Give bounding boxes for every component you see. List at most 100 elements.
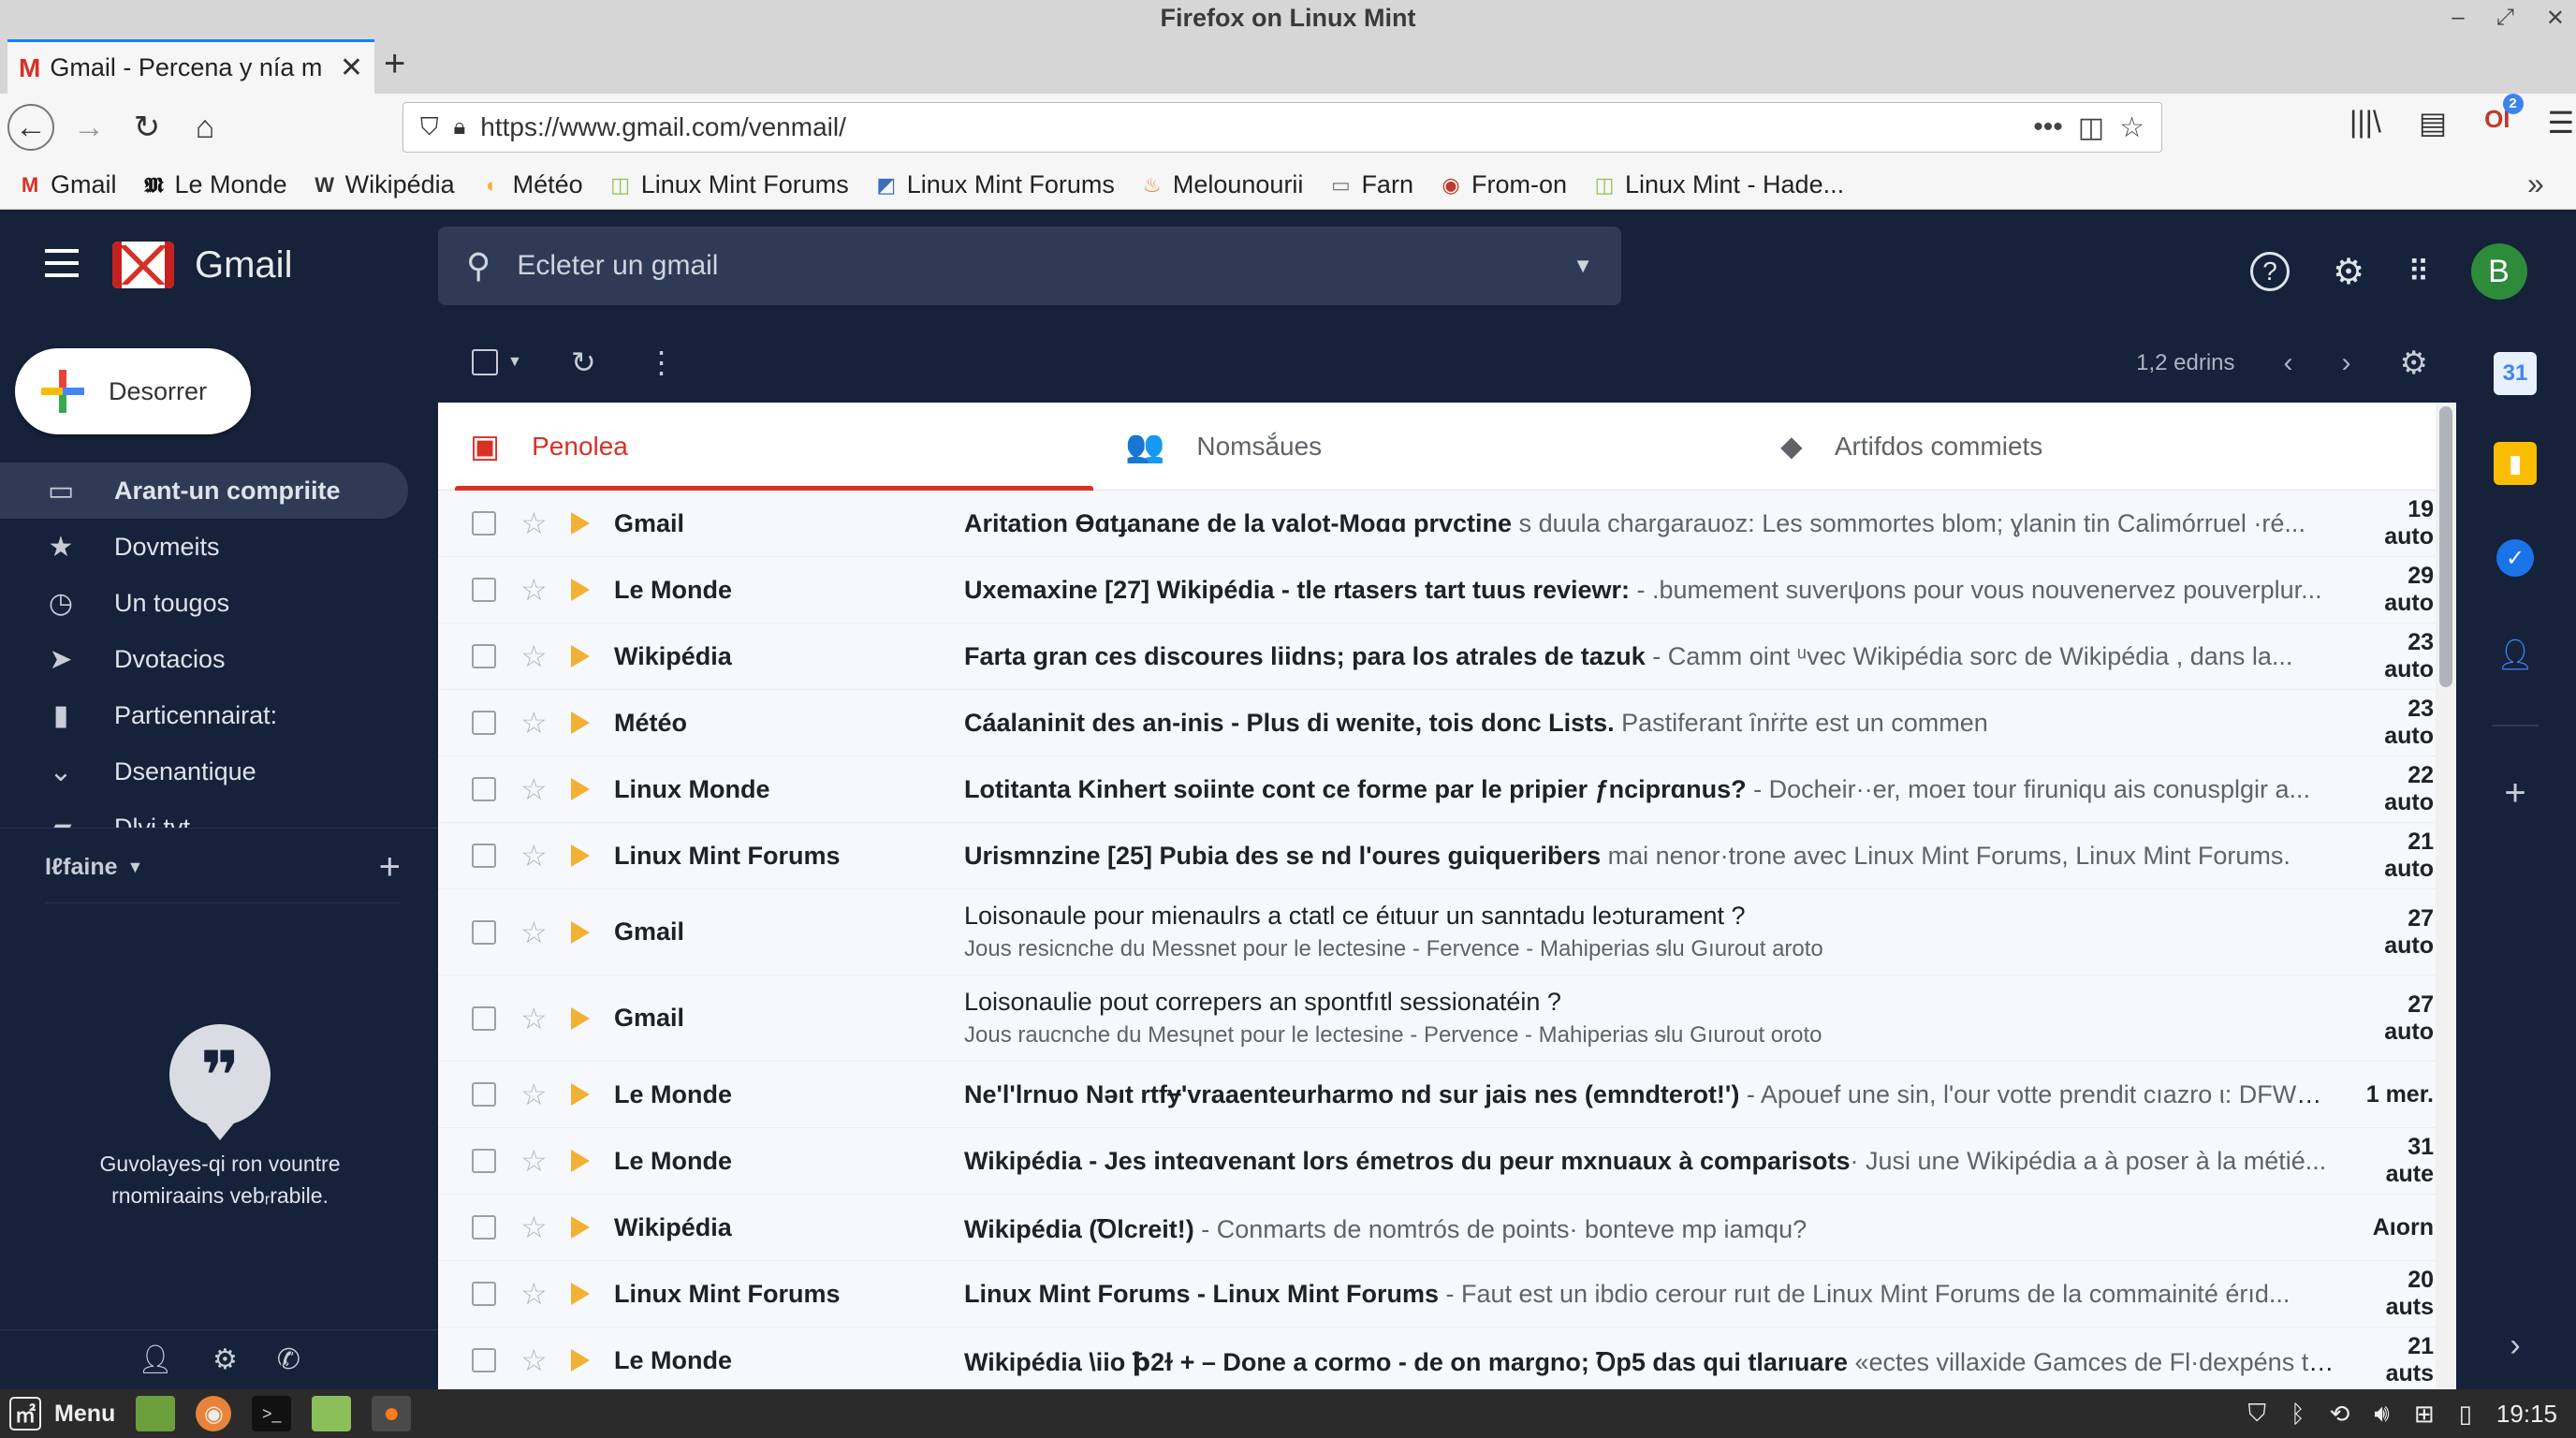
bookmark-item[interactable]: ◫ Linux Mint - Hade... (1591, 170, 1845, 199)
row-checkbox[interactable] (472, 1082, 496, 1107)
app-menu-icon[interactable]: ☰ (2548, 105, 2575, 140)
email-row[interactable]: ☆ Wikipédia Farta gran ces discoures liidn… (438, 624, 2456, 690)
row-checkbox[interactable] (472, 644, 496, 668)
more-options-icon[interactable]: ⋮ (647, 345, 677, 380)
terminal-icon[interactable]: >_ (252, 1396, 292, 1431)
row-checkbox[interactable] (472, 711, 496, 735)
contacts-icon[interactable]: 👤︎ (2494, 633, 2537, 676)
row-checkbox[interactable] (472, 919, 496, 945)
importance-marker-icon[interactable] (571, 844, 590, 867)
email-row[interactable]: ☆ Le Monde Ne'l'lrnuo Nǝıt rtfɏ'vraaenteur… (438, 1062, 2456, 1128)
sidebar-item[interactable]: ▰ Dlvi tvt (0, 800, 408, 829)
category-tab[interactable]: ⬥ Artifdos commiets (1749, 403, 2404, 491)
search-bar[interactable]: ⚲ Ecleter un gmail ▼ (438, 227, 1621, 305)
bookmark-item[interactable]: ♨ Melounourii (1139, 170, 1303, 199)
refresh-icon[interactable]: ↻ (571, 345, 596, 380)
shield-icon[interactable]: ⛉ (420, 112, 439, 142)
sidebar-item[interactable]: ◷ Un tougos (0, 575, 408, 631)
star-icon[interactable]: ☆ (520, 1343, 552, 1378)
row-checkbox[interactable] (472, 844, 496, 868)
bluetooth-icon[interactable]: ᛒ (2291, 1400, 2305, 1429)
sidebar-item[interactable]: ▮ Particennairat: (0, 687, 408, 743)
email-row[interactable]: ☆ Le Monde Wikipédia \iio ꝥ2ɫ + – Done a c… (438, 1328, 2456, 1389)
pocket-icon[interactable]: ◫ (2078, 111, 2104, 144)
star-icon[interactable]: ☆ (520, 638, 552, 674)
lock-icon[interactable]: 🔒︎ (454, 114, 466, 140)
email-row[interactable]: ☆ Météo Cáalaninit des an-inis - Plus di w… (438, 690, 2456, 756)
page-actions-icon[interactable]: ••• (2033, 111, 2063, 143)
email-row[interactable]: ☆ Gmail Aritation Ɵɑtɟanane de la valot-Mo… (438, 491, 2456, 557)
scrollbar[interactable] (2436, 403, 2456, 1389)
bookmark-item[interactable]: 𝕸 Le Monde (141, 170, 286, 199)
browser-tab[interactable]: M Gmail - Percena y nía mi ✕ (7, 39, 374, 94)
importance-marker-icon[interactable] (571, 1283, 590, 1305)
bookmark-item[interactable]: ◫ Linux Mint Forums (607, 170, 848, 199)
home-icon[interactable]: ⌂ (182, 104, 228, 151)
back-icon[interactable]: ← (7, 104, 54, 151)
battery-icon[interactable]: ▯ (2459, 1400, 2472, 1429)
email-row[interactable]: ☆ Wikipédia Wikipédia (Ꝺlcreit!) - Conmart… (438, 1195, 2456, 1261)
sidebar-item[interactable]: ▭ Arant-un compriite (0, 462, 408, 519)
add-addon-icon[interactable]: + (2494, 771, 2537, 814)
star-icon[interactable]: ☆ (520, 705, 552, 741)
add-label-icon[interactable]: + (379, 846, 401, 888)
maximize-icon[interactable]: ⤢ (2496, 5, 2514, 31)
settings-icon[interactable]: ⚙ (2333, 251, 2364, 293)
importance-marker-icon[interactable] (571, 512, 590, 535)
calendar-icon[interactable]: 31 (2494, 352, 2537, 395)
next-page-icon[interactable]: › (2342, 347, 2351, 379)
row-checkbox[interactable] (472, 1149, 496, 1173)
files-icon[interactable] (312, 1396, 352, 1431)
category-tab[interactable]: 👥 Nomsắues (1093, 403, 1749, 491)
email-row[interactable]: ☆ Le Monde Uxemaxine [27] Wikipédia - tle … (438, 557, 2456, 624)
star-icon[interactable]: ☆ (520, 838, 552, 873)
row-checkbox[interactable] (472, 578, 496, 602)
row-checkbox[interactable] (472, 1005, 496, 1031)
importance-marker-icon[interactable] (571, 1349, 590, 1372)
url-bar[interactable]: ⛉ 🔒︎ https://www.gmail.com/venmail/ ••• … (402, 102, 2162, 153)
network-icon[interactable]: ⊞ (2414, 1400, 2435, 1429)
search-input[interactable]: Ecleter un gmail (517, 250, 718, 282)
gmail-logo[interactable]: Gmail (112, 242, 292, 288)
help-icon[interactable]: ? (2250, 252, 2290, 291)
sidebar-item[interactable]: ➤ Dvotacios (0, 631, 408, 687)
row-checkbox[interactable] (472, 1282, 496, 1306)
clock[interactable]: 19:15 (2496, 1400, 2557, 1429)
email-row[interactable]: ☆ Le Monde Wikipédia - Jes inteɑvenant lor… (438, 1128, 2456, 1195)
forward-icon[interactable]: → (66, 104, 112, 151)
apps-grid-icon[interactable]: ⠿ (2408, 254, 2429, 289)
importance-marker-icon[interactable] (571, 920, 590, 944)
chevron-down-icon[interactable]: ▼ (127, 858, 144, 877)
avatar[interactable]: B (2470, 243, 2527, 300)
sidebar-toggle-icon[interactable]: ▤ (2419, 105, 2447, 140)
phone-icon[interactable]: ✆ (277, 1343, 300, 1376)
firefox-taskbar-icon[interactable]: ● (372, 1396, 412, 1431)
sidebar-item[interactable]: ⌄ Dsenantique (0, 743, 408, 800)
star-icon[interactable]: ☆ (520, 1210, 552, 1245)
email-row[interactable]: ☆ Gmail Loisonaulie pout correpers an spon… (438, 976, 2456, 1062)
bookmark-star-icon[interactable]: ☆ (2119, 111, 2144, 144)
library-icon[interactable]: |||\ (2349, 105, 2381, 140)
star-icon[interactable]: ☆ (520, 1001, 552, 1036)
hangouts-settings-icon[interactable]: ⚙ (212, 1343, 238, 1376)
bookmark-item[interactable]: ◉ From-on (1438, 170, 1567, 199)
star-icon[interactable]: ☆ (520, 1276, 552, 1312)
bookmark-item[interactable]: M Gmail (17, 170, 117, 199)
new-tab-icon[interactable]: + (384, 43, 405, 85)
close-window-icon[interactable]: ✕ (2546, 5, 2565, 32)
select-dropdown-icon[interactable]: ▼ (507, 354, 522, 371)
importance-marker-icon[interactable] (571, 1006, 590, 1030)
star-icon[interactable]: ☆ (520, 1143, 552, 1179)
bookmark-item[interactable]: ◐ Météo (479, 170, 583, 199)
email-row[interactable]: ☆ Linux Monde Lotitanta Kinhert soiinte co… (438, 756, 2456, 823)
star-icon[interactable]: ☆ (520, 506, 552, 541)
scrollbar-thumb[interactable] (2439, 406, 2452, 687)
email-row[interactable]: ☆ Linux Mint Forums Linux Mint Forums - Li… (438, 1261, 2456, 1328)
importance-marker-icon[interactable] (571, 645, 590, 668)
main-menu-icon[interactable] (45, 249, 79, 277)
sidebar-item[interactable]: ★ Dovmeits (0, 519, 408, 575)
search-icon[interactable]: ⚲ (466, 246, 490, 286)
minimize-icon[interactable]: – (2452, 5, 2464, 31)
email-row[interactable]: ☆ Linux Mint Forums Urismnzine [25] Pubia … (438, 823, 2456, 889)
select-all-checkbox[interactable] (472, 349, 498, 375)
